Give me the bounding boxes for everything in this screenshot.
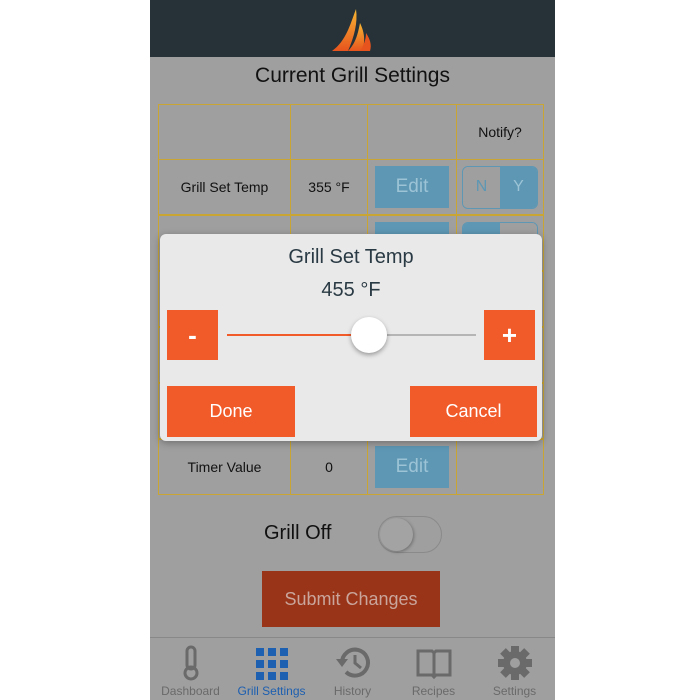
tab-settings[interactable]: Settings [474,638,555,700]
edit-button[interactable]: Edit [375,166,449,208]
dialog-value: 455 °F [321,279,381,301]
grill-off-toggle[interactable] [378,516,442,553]
setting-label: Timer Value [158,439,291,495]
page-title: Current Grill Settings [255,64,450,87]
notify-n[interactable]: N [463,166,500,208]
done-button[interactable]: Done [167,386,295,437]
tab-dashboard[interactable]: Dashboard [150,638,231,700]
app-header [150,0,555,57]
submit-changes-button[interactable]: Submit Changes [262,571,440,627]
temp-slider[interactable] [227,317,476,353]
table-row: Timer Value 0 Edit [158,439,544,495]
book-icon [416,649,451,680]
dialog-title: Grill Set Temp [288,246,414,268]
increase-button[interactable]: + [484,310,535,360]
phone-screen: Current Grill Settings Notify? Grill Set… [150,0,555,700]
slider-thumb[interactable] [350,317,387,353]
tab-history[interactable]: History [312,638,393,700]
gear-icon [497,646,532,680]
decrease-button[interactable]: - [167,310,218,360]
setting-value: 355 °F [290,159,368,215]
notify-header: Notify? [456,104,544,160]
notify-y[interactable]: Y [500,166,537,208]
history-icon [335,647,370,678]
notify-toggle[interactable]: NY [462,165,538,209]
setting-label: Grill Set Temp [158,159,291,215]
grid-icon [255,648,288,680]
slider-fill [227,334,369,336]
temp-dialog: Grill Set Temp 455 °F - + Done Cancel [160,234,542,441]
setting-value: 0 [290,439,368,495]
flame-logo [332,9,371,51]
edit-button[interactable]: Edit [375,446,449,488]
tab-bar: Dashboard Grill Settings History Recipes… [150,637,555,700]
cancel-button[interactable]: Cancel [410,386,537,437]
thermometer-icon [183,645,198,681]
grill-off-label: Grill Off [264,522,332,544]
table-row: Grill Set Temp 355 °F Edit NY [158,159,544,215]
tab-grill-settings[interactable]: Grill Settings [231,638,312,700]
tab-recipes[interactable]: Recipes [393,638,474,700]
